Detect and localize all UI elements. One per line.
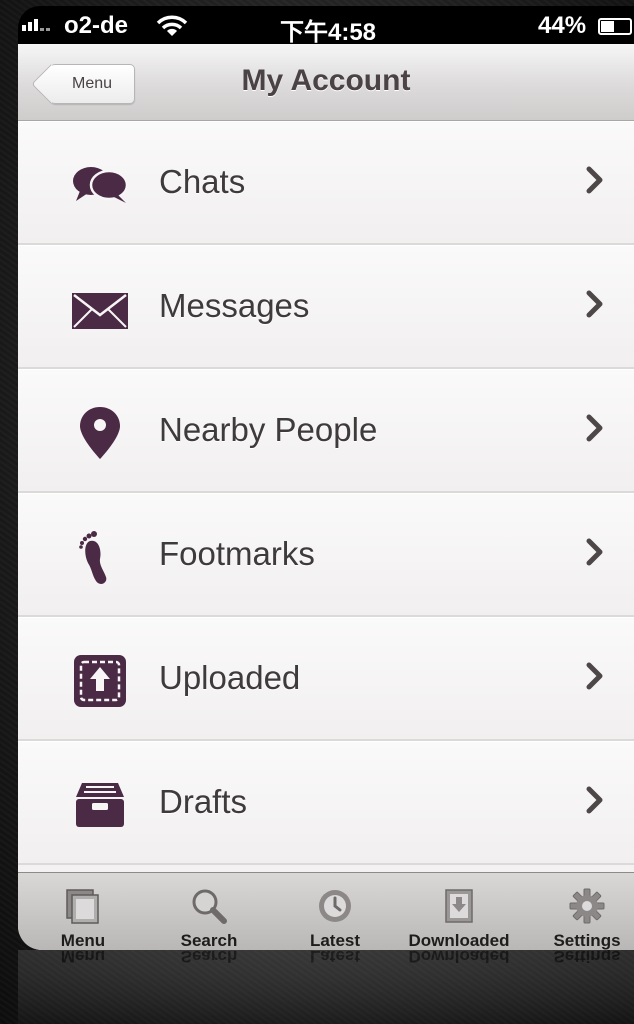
- status-bar: o2-de 下午4:58 44%: [18, 6, 634, 46]
- gear-icon: [569, 888, 605, 924]
- clock-icon: [319, 890, 351, 922]
- list-item-footmarks[interactable]: Footmarks: [18, 493, 634, 617]
- battery-percent: 44%: [538, 12, 587, 39]
- list-item-label: Chats: [159, 163, 246, 200]
- carrier-label: o2-de: [64, 12, 129, 39]
- navigation-bar: Menu My Account: [18, 44, 634, 121]
- drafts-tray-icon: [70, 777, 130, 833]
- status-time: 下午4:58: [280, 19, 377, 46]
- chevron-right-icon: [586, 166, 603, 194]
- page-title: My Account: [241, 64, 411, 97]
- list-item-label: Footmarks: [159, 535, 315, 572]
- chevron-right-icon: [586, 786, 603, 814]
- tab-label: Settings: [553, 931, 621, 950]
- list-item-messages[interactable]: Messages: [18, 245, 634, 369]
- download-icon: [445, 889, 473, 923]
- account-menu-list: Chats Messages Nearby People Footmarks U…: [18, 121, 634, 865]
- list-item-uploaded[interactable]: Uploaded: [18, 617, 634, 741]
- menu-pages-icon: [66, 889, 99, 924]
- tab-label: Menu: [60, 931, 106, 950]
- tab-label: Search: [180, 931, 238, 950]
- location-pin-icon: [70, 405, 130, 461]
- reflection-fade: [18, 950, 634, 1024]
- chevron-right-icon: [586, 538, 603, 566]
- app-screen: Menu My Account Chats Messages Nearby Pe…: [18, 44, 634, 950]
- list-item-label: Drafts: [159, 783, 248, 820]
- list-item-nearby-people[interactable]: Nearby People: [18, 369, 634, 493]
- tab-menu[interactable]: Menu: [28, 873, 138, 950]
- list-item-label: Nearby People: [159, 411, 378, 448]
- list-item-label: Uploaded: [159, 659, 301, 696]
- signal-icon: [22, 19, 50, 31]
- battery-icon: [598, 18, 632, 35]
- magnifier-icon: [192, 889, 227, 924]
- tab-settings[interactable]: Settings: [532, 873, 634, 950]
- list-item-label: Messages: [159, 287, 310, 324]
- chevron-right-icon: [586, 414, 603, 442]
- chevron-right-icon: [586, 290, 603, 318]
- footprint-icon: [70, 529, 130, 585]
- upload-icon: [70, 653, 130, 709]
- chat-bubbles-icon: [70, 157, 130, 213]
- wifi-icon: [156, 14, 188, 45]
- tab-bar: Menu Search Latest Downloaded Settings: [18, 872, 634, 950]
- tab-label: Downloaded: [408, 931, 510, 950]
- envelope-icon: [70, 281, 130, 337]
- tab-downloaded[interactable]: Downloaded: [404, 873, 514, 950]
- list-item-drafts[interactable]: Drafts: [18, 741, 634, 865]
- tab-bar-reflection: Menu Search Latest Downloaded Settings: [18, 950, 634, 1024]
- tab-label: Latest: [309, 931, 361, 950]
- list-item-chats[interactable]: Chats: [18, 121, 634, 245]
- tab-search[interactable]: Search: [154, 873, 264, 950]
- chevron-right-icon: [586, 662, 603, 690]
- tab-latest[interactable]: Latest: [280, 873, 390, 950]
